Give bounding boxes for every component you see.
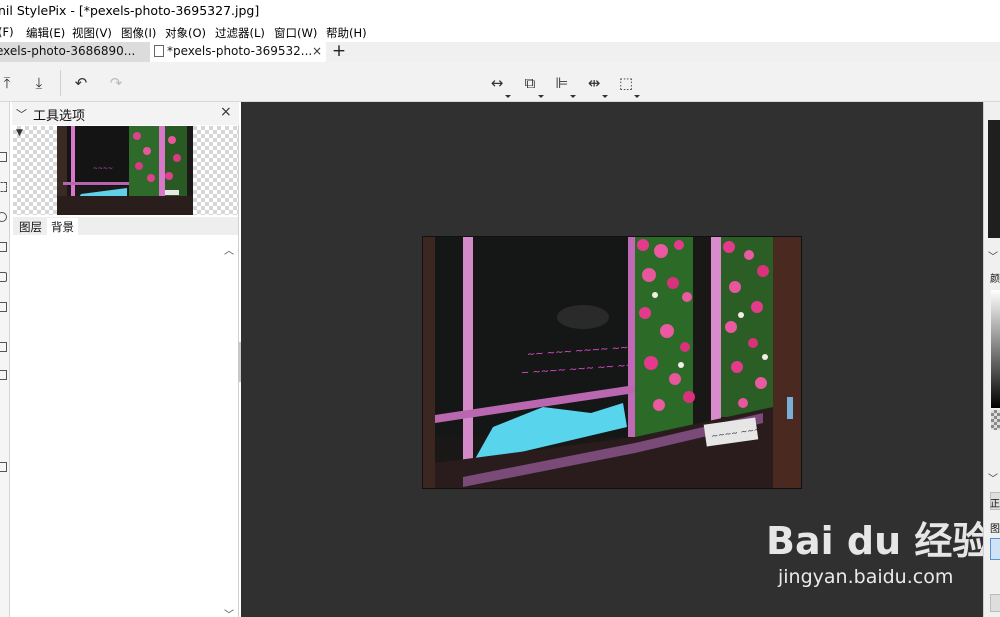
layer-thumbnail[interactable]: ▼ ~~~~	[13, 126, 238, 215]
menu-file[interactable]: (F)	[0, 25, 14, 39]
menu-bar: (F) 编辑(E) 视图(V) 图像(I) 对象(O) 过滤器(L) 窗口(W)…	[0, 23, 1000, 42]
fit-glyph: ⬚	[618, 74, 634, 92]
watermark-url: jingyan.baidu.com	[778, 566, 954, 588]
layer-item-selected[interactable]	[990, 538, 1000, 560]
thumbnail-image: ~~~~	[57, 126, 193, 215]
preview-swatch	[988, 120, 1000, 238]
eyedropper-tool-icon[interactable]	[0, 462, 7, 472]
main-toolbar: ⤒ ⤓ ↶ ↷ ↔ ⧉ ⊫ ⇹ ⬚	[0, 62, 1000, 102]
tab-label: *pexels-photo-369532...	[167, 44, 313, 58]
document-image[interactable]: ~~ ~~~ ~~~~ ~~ ~ ~~~~ ~~~ ~~ ~~~~ ~~~~ ~…	[422, 236, 802, 489]
align-left-icon[interactable]: ⊫	[551, 72, 576, 98]
title-bar: nil StylePix - [*pexels-photo-3695327.jp…	[0, 0, 1000, 22]
tab-close-icon[interactable]: ×	[312, 44, 322, 58]
distribute-glyph: ⇹	[587, 74, 601, 92]
transparency-swatch[interactable]	[991, 410, 1000, 430]
collapse-icon[interactable]: ﹀	[988, 248, 998, 263]
lasso-tool-icon[interactable]	[0, 212, 7, 222]
panel-title: 工具选项	[33, 109, 86, 124]
layer-label: 图	[990, 524, 1000, 535]
menu-help[interactable]: 帮助(H)	[326, 25, 367, 41]
photo-illustration: ~~ ~~~ ~~~~ ~~ ~ ~~~~ ~~~ ~~ ~~~~ ~~~~ ~…	[423, 237, 801, 488]
copy-glyph: ⧉	[524, 74, 536, 92]
dropdown-arrow-icon	[602, 95, 608, 98]
text-tool-icon[interactable]	[0, 342, 7, 352]
menu-filter[interactable]: 过滤器(L)	[215, 25, 265, 41]
menu-view[interactable]: 视图(V)	[72, 25, 112, 41]
color-gradient[interactable]	[991, 290, 1000, 408]
flip-horizontal-icon[interactable]: ↔	[486, 72, 511, 98]
document-tab-bar: exels-photo-3686890... *pexels-photo-369…	[0, 42, 1000, 62]
menu-image[interactable]: 图像(I)	[121, 25, 156, 41]
redo-icon[interactable]: ↷	[105, 72, 127, 94]
panel-header: ﹀ 工具选项 ×	[12, 102, 239, 125]
window-title: nil StylePix - [*pexels-photo-3695327.jp…	[0, 3, 260, 18]
toolbar-separator	[60, 70, 61, 96]
add-tab-button[interactable]: +	[330, 42, 348, 62]
upload-icon[interactable]: ⤒	[0, 72, 18, 94]
blend-mode-label: 正	[990, 499, 1000, 510]
menu-edit[interactable]: 编辑(E)	[26, 25, 65, 41]
tab-document-2[interactable]: *pexels-photo-369532... ×	[150, 42, 326, 62]
tab-background[interactable]: 背景	[47, 218, 78, 235]
dropdown-arrow-icon	[538, 95, 544, 98]
fit-screen-icon[interactable]: ⬚	[615, 72, 640, 98]
thumbnail-menu-icon[interactable]: ▼	[16, 128, 23, 138]
dropdown-arrow-icon	[570, 95, 576, 98]
right-panel: ﹀ 颜 ﹀ 正 图	[983, 102, 1000, 617]
undo-icon[interactable]: ↶	[70, 72, 92, 94]
brush-tool-icon[interactable]	[0, 272, 7, 282]
dropdown-arrow-icon	[634, 95, 640, 98]
marquee-tool-icon[interactable]	[0, 182, 7, 192]
layer-copy-icon[interactable]: ⧉	[519, 72, 544, 98]
menu-window[interactable]: 窗口(W)	[274, 25, 317, 41]
fill-tool-icon[interactable]	[0, 302, 7, 312]
crop-tool-icon[interactable]	[0, 242, 7, 252]
tab-label: exels-photo-3686890...	[0, 44, 136, 58]
download-icon[interactable]: ⤓	[28, 72, 50, 94]
select-tool-icon[interactable]	[0, 152, 7, 162]
tab-document-1[interactable]: exels-photo-3686890...	[0, 42, 150, 62]
watermark-logo: Bai du 经验	[766, 519, 991, 563]
flip-glyph: ↔	[490, 74, 504, 92]
color-panel-label: 颜	[990, 274, 1000, 285]
distribute-icon[interactable]: ⇹	[583, 72, 608, 98]
layer-tabs: 图层 背景	[13, 217, 238, 235]
align-glyph: ⊫	[555, 74, 569, 92]
svg-text:~~~~: ~~~~	[93, 165, 113, 172]
scroll-down-icon[interactable]: ﹀	[224, 606, 234, 617]
collapse-icon[interactable]: ﹀	[988, 470, 998, 485]
menu-object[interactable]: 对象(O)	[165, 25, 206, 41]
scroll-up-icon[interactable]: ︿	[224, 242, 234, 257]
tool-strip	[0, 102, 10, 617]
close-icon[interactable]: ×	[220, 104, 232, 120]
tab-layers[interactable]: 图层	[15, 218, 46, 235]
shape-tool-icon[interactable]	[0, 370, 7, 380]
collapse-icon[interactable]: ﹀	[16, 106, 27, 122]
watermark: Bai du 经验 jingyan.baidu.com	[766, 510, 990, 600]
dropdown-arrow-icon	[505, 95, 511, 98]
tool-options-panel: ﹀ 工具选项 × ▼ ~~~~ 图层 背景 ︿ ﹀	[12, 102, 241, 617]
document-icon	[154, 45, 164, 57]
panel-button[interactable]	[990, 594, 1000, 612]
